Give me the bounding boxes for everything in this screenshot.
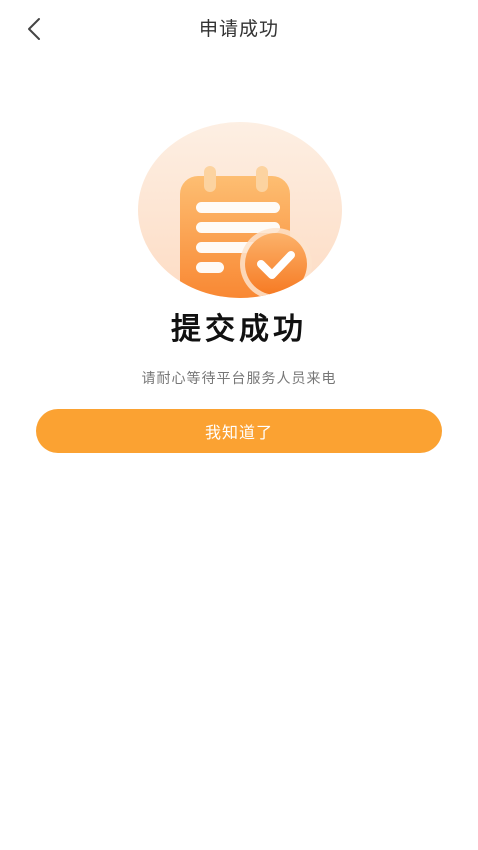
nav-bar: 申请成功 — [0, 0, 478, 58]
calendar-check-icon — [138, 122, 342, 298]
confirm-button[interactable]: 我知道了 — [36, 409, 442, 453]
success-illustration — [128, 118, 350, 308]
result-description: 请耐心等待平台服务人员来电 — [141, 371, 337, 387]
page-title: 申请成功 — [198, 18, 279, 40]
result-title: 提交成功 — [171, 312, 307, 347]
